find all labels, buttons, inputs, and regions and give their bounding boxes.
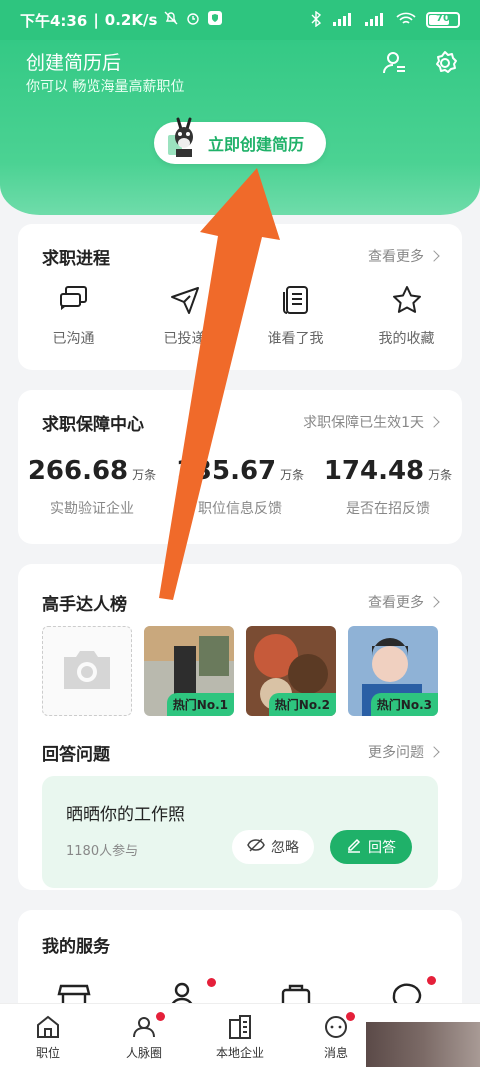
participant-count: 1180人参与 (66, 844, 139, 859)
shield-icon (207, 10, 223, 30)
progress-item-favorites[interactable]: 我的收藏 (351, 284, 462, 348)
create-resume-label: 立即创建简历 (208, 135, 305, 154)
notification-dot (207, 978, 216, 987)
stat-verified-companies[interactable]: 266.68 万条 实勘验证企业 (18, 456, 166, 518)
notification-dot (156, 1012, 165, 1021)
camera-icon (60, 647, 114, 695)
notification-dot (427, 976, 436, 985)
star-icon (391, 284, 423, 316)
masters-card: 高手达人榜 查看更多 热门No.1 热门No.2 热门No.3 回答问题 更多问… (18, 564, 462, 890)
guarantee-status-link[interactable]: 求职保障已生效1天 (303, 412, 440, 432)
chevron-right-icon (428, 416, 440, 428)
services-title: 我的服务 (42, 937, 110, 957)
question-text: 晒晒你的工作照 (66, 805, 185, 825)
stat-hiring-feedback[interactable]: 174.48 万条 是否在招反馈 (314, 456, 462, 518)
status-bar: 下午4:36 | 0.2K/s 70 (0, 0, 480, 40)
master-photo-3[interactable]: 热门No.3 (348, 626, 438, 716)
mute-icon (163, 10, 179, 30)
more-questions-link[interactable]: 更多问题 (368, 742, 440, 762)
upload-photo-button[interactable] (42, 626, 132, 716)
chevron-right-icon (428, 746, 440, 758)
chevron-right-icon (428, 596, 440, 608)
notification-dot (346, 1012, 355, 1021)
gear-icon[interactable] (432, 50, 458, 76)
create-resume-button[interactable]: 立即创建简历 (154, 117, 326, 164)
masters-title: 高手达人榜 (42, 595, 127, 615)
answer-button[interactable]: 回答 (330, 830, 412, 864)
ignore-button[interactable]: 忽略 (232, 830, 314, 864)
tab-jobs[interactable]: 职位 (0, 1004, 96, 1067)
battery-icon: 70 (426, 12, 460, 28)
home-icon (35, 1014, 61, 1040)
alarm-icon (185, 10, 201, 30)
message-icon (323, 1014, 349, 1040)
question-card[interactable]: 晒晒你的工作照 1180人参与 忽略 回答 (42, 776, 438, 888)
tab-local-companies[interactable]: 本地企业 (192, 1004, 288, 1067)
header-title: 创建简历后 (26, 52, 122, 74)
signal-icon-2 (364, 12, 386, 29)
guarantee-card: 求职保障中心 求职保障已生效1天 266.68 万条 实勘验证企业 135.67 万… (18, 390, 462, 544)
view-more-link[interactable]: 查看更多 (368, 246, 440, 266)
bluetooth-icon (310, 10, 322, 30)
progress-item-chatted[interactable]: 已沟通 (18, 284, 129, 348)
master-photo-1[interactable]: 热门No.1 (144, 626, 234, 716)
pencil-icon (346, 837, 362, 857)
profile-icon[interactable] (382, 50, 408, 76)
signal-icon (332, 12, 354, 29)
send-icon (169, 284, 201, 316)
progress-item-viewed-me[interactable]: 谁看了我 (240, 284, 351, 348)
tab-network[interactable]: 人脉圈 (96, 1004, 192, 1067)
status-time: 下午4:36 (20, 11, 88, 30)
job-progress-card: 求职进程 查看更多 已沟通 已投递 谁看了我 我的收藏 (18, 224, 462, 370)
thumbnail-overlay (366, 1022, 480, 1067)
job-progress-title: 求职进程 (42, 249, 110, 269)
document-icon (280, 284, 312, 316)
master-photo-2[interactable]: 热门No.2 (246, 626, 336, 716)
building-icon (227, 1014, 253, 1040)
chat-icon (58, 284, 90, 316)
masters-view-more[interactable]: 查看更多 (368, 592, 440, 612)
wifi-icon (396, 12, 416, 29)
progress-item-applied[interactable]: 已投递 (129, 284, 240, 348)
questions-title: 回答问题 (42, 745, 110, 765)
people-icon (131, 1014, 157, 1040)
network-speed: 0.2K/s (104, 11, 158, 29)
header-subtitle: 你可以 畅览海量高薪职位 (26, 79, 185, 95)
chevron-right-icon (428, 250, 440, 262)
eye-off-icon (247, 838, 265, 856)
header-banner: 创建简历后 你可以 畅览海量高薪职位 立即创建简历 (0, 40, 480, 215)
donkey-mascot-icon (164, 115, 204, 159)
stat-job-feedback[interactable]: 135.67 万条 职位信息反馈 (166, 456, 314, 518)
guarantee-title: 求职保障中心 (42, 415, 144, 435)
